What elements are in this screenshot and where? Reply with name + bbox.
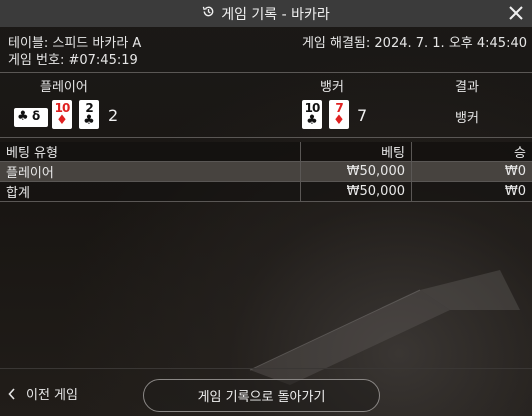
previous-game-label: 이전 게임: [26, 388, 78, 403]
back-to-history-button[interactable]: 게임 기록으로 돌아가기: [143, 379, 380, 412]
win-amount-cell: ₩0: [411, 161, 532, 182]
club-icon: ♣: [17, 109, 29, 124]
page-title: 게임 기록 - 바카라: [221, 6, 330, 23]
player-card-2: 2 ♣: [79, 100, 99, 129]
bet-type-cell: 플레이어: [0, 161, 301, 182]
banker-card-1: 10 ♣: [302, 100, 322, 129]
divider: [0, 72, 532, 73]
close-button[interactable]: [506, 3, 526, 23]
total-row: 합계 ₩50,000 ₩0: [0, 181, 532, 202]
bet-amount-cell: ₩50,000: [300, 161, 412, 182]
outcome-value: 뱅커: [455, 111, 479, 126]
total-win: ₩0: [411, 181, 532, 202]
settled-time: 게임 해결됨: 2024. 7. 1. 오후 4:45:40: [301, 36, 527, 51]
club-icon: ♣: [306, 113, 318, 128]
diamond-icon: ♦: [333, 113, 345, 128]
footer-divider: [0, 368, 532, 369]
bets-table: 베팅 유형 베팅 승 플레이어 ₩50,000 ₩0 합계 ₩50,000 ₩0: [0, 142, 532, 202]
player-header: 플레이어: [40, 80, 88, 95]
win-header: 승: [411, 142, 532, 162]
history-icon: [202, 5, 215, 22]
chevron-left-icon: [8, 387, 15, 400]
divider: [0, 137, 532, 138]
player-score: 2: [108, 106, 119, 125]
club-icon: ♣: [83, 113, 95, 128]
outcome-header: 결과: [455, 80, 479, 95]
total-bet: ₩50,000: [300, 181, 412, 202]
bet-header: 베팅: [300, 142, 412, 162]
bets-header-row: 베팅 유형 베팅 승: [0, 142, 532, 162]
background-shape: [249, 270, 520, 385]
close-icon: [509, 6, 523, 20]
total-label: 합계: [0, 181, 301, 202]
back-to-history-label: 게임 기록으로 돌아가기: [197, 390, 326, 405]
title-group: 게임 기록 - 바카라: [202, 4, 330, 24]
player-third-card-slot: ♣ δ: [14, 108, 48, 127]
previous-game-button[interactable]: 이전 게임: [8, 384, 78, 403]
card-rank-rotated: δ: [32, 109, 41, 123]
title-bar: 게임 기록 - 바카라: [0, 0, 532, 27]
banker-card-2: 7 ♦: [329, 100, 349, 129]
bet-type-header: 베팅 유형: [0, 142, 301, 162]
game-number: 게임 번호: #07:45:19: [8, 53, 138, 68]
banker-header: 뱅커: [320, 80, 344, 95]
diamond-icon: ♦: [56, 113, 68, 128]
player-card-1: 10 ♦: [52, 100, 72, 129]
table-row: 플레이어 ₩50,000 ₩0: [0, 161, 532, 182]
banker-score: 7: [357, 106, 368, 125]
